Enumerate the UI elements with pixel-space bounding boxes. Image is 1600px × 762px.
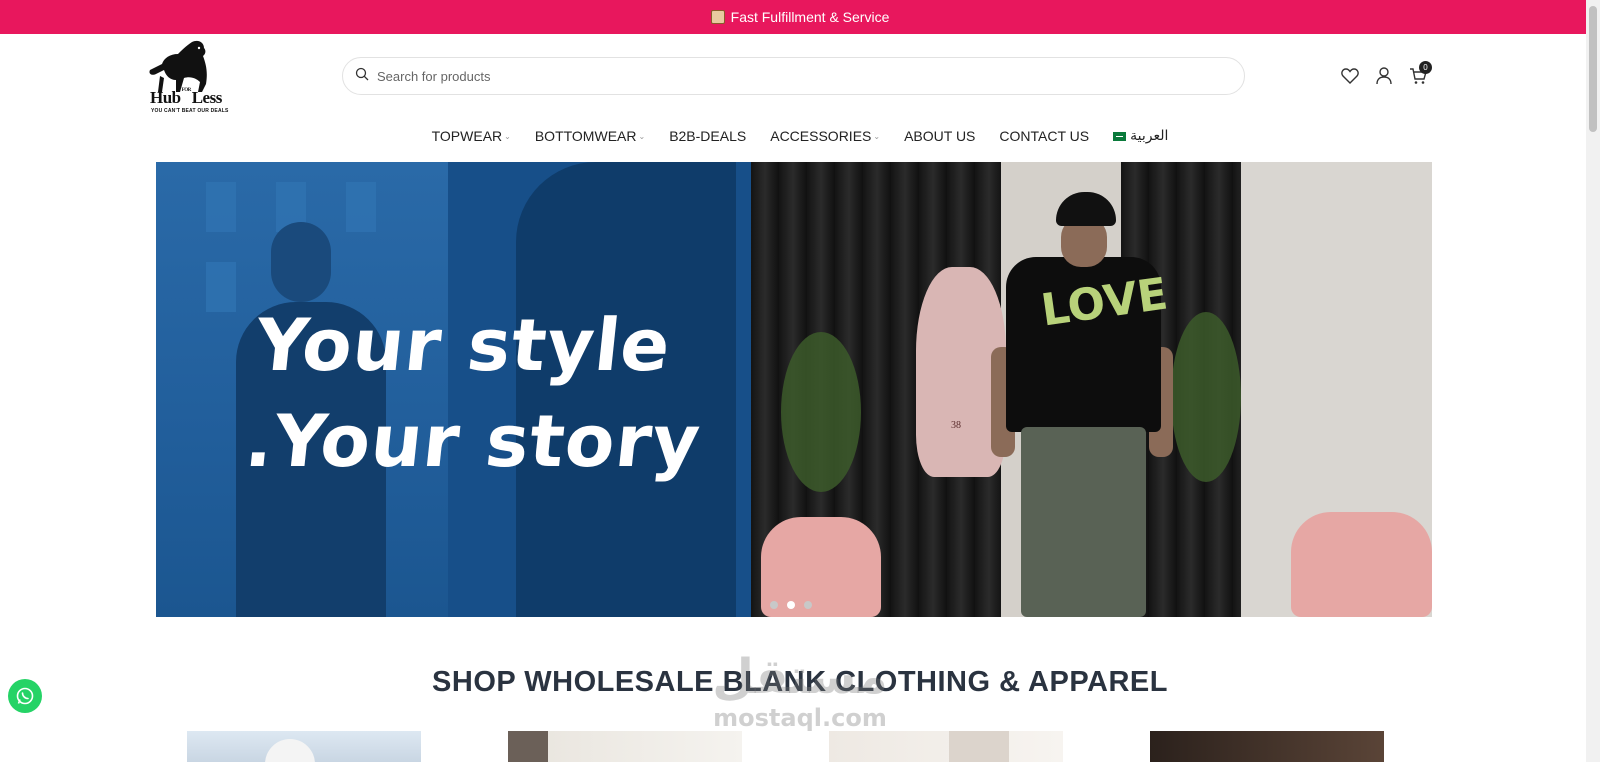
nav-item-b2b-deals[interactable]: B2B-DEALS [669, 128, 746, 144]
search-icon[interactable] [355, 67, 369, 86]
announcement-bar: Fast Fulfillment & Service [0, 0, 1600, 34]
hero-headline: Your style .Your story [241, 303, 705, 483]
panther-logo-icon [149, 40, 207, 92]
category-card[interactable] [508, 731, 742, 762]
heart-icon[interactable] [1340, 66, 1360, 86]
chevron-down-icon: ⌄ [504, 131, 511, 141]
hero-tag-number: 38 [951, 420, 961, 431]
hero-plant [781, 332, 861, 492]
main-nav: TOPWEAR ⌄ BOTTOMWEAR ⌄ B2B-DEALS ACCESSORI… [0, 128, 1600, 144]
user-icon[interactable] [1374, 66, 1394, 86]
brand-tagline: YOU CAN'T BEAT OUR DEALS [151, 108, 229, 114]
chevron-down-icon: ⌄ [873, 131, 881, 141]
category-card[interactable] [829, 731, 1063, 762]
scrollbar-thumb[interactable] [1589, 6, 1597, 132]
brand-wordmark: HubFORLess [150, 88, 222, 107]
slider-dot[interactable] [804, 601, 812, 609]
saudi-flag-icon [1113, 131, 1127, 141]
slider-dots [770, 601, 812, 609]
nav-item-bottomwear[interactable]: BOTTOMWEAR ⌄ [535, 128, 645, 144]
category-card[interactable] [1150, 731, 1384, 762]
chevron-down-icon: ⌄ [638, 131, 646, 141]
brand-logo[interactable]: HubFORLess YOU CAN'T BEAT OUR DEALS [146, 40, 250, 116]
hero-slider[interactable]: Your style .Your story 38 LOVE [156, 162, 1432, 617]
search-bar[interactable] [342, 57, 1245, 95]
hero-model-head [271, 222, 331, 302]
announcement-text: Fast Fulfillment & Service [730, 9, 890, 25]
slider-dot-active[interactable] [787, 601, 795, 609]
header-actions: 0 [1340, 61, 1432, 86]
language-switcher[interactable]: العربية [1113, 128, 1168, 144]
nav-item-contact-us[interactable]: CONTACT US [999, 128, 1089, 144]
cart-count-badge: 0 [1419, 61, 1432, 74]
section-title: SHOP WHOLESALE BLANK CLOTHING & APPAREL [432, 666, 1168, 698]
nav-item-about-us[interactable]: ABOUT US [904, 128, 975, 144]
search-input[interactable] [377, 68, 1217, 84]
nav-item-topwear[interactable]: TOPWEAR ⌄ [432, 128, 511, 144]
nav-item-accessories[interactable]: ACCESSORIES ⌄ [770, 128, 880, 144]
hero-pants [1021, 427, 1146, 617]
category-card[interactable] [187, 731, 421, 762]
whatsapp-icon [16, 687, 34, 705]
slider-dot[interactable] [770, 601, 778, 609]
cart-icon[interactable]: 0 [1408, 61, 1432, 86]
whatsapp-button[interactable] [8, 679, 42, 713]
hero-right-panel: 38 LOVE [751, 162, 1432, 617]
page-scrollbar[interactable] [1586, 0, 1600, 762]
hero-left-panel: Your style .Your story [156, 162, 751, 617]
box-icon [710, 10, 725, 24]
